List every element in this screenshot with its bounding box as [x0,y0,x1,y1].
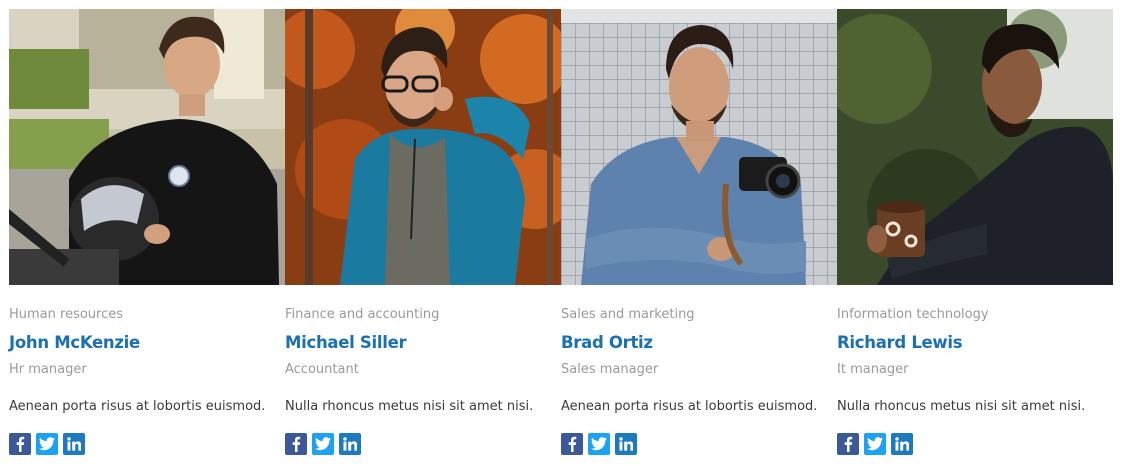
twitter-icon[interactable] [588,433,610,455]
member-role: Sales manager [561,362,659,377]
member-department: Finance and accounting [285,307,440,322]
man-with-mug-photo [837,9,1113,285]
social-links [837,433,1113,455]
linkedin-icon[interactable] [615,433,637,455]
twitter-icon[interactable] [36,433,58,455]
team-member-card: Finance and accounting Michael Siller Ac… [285,9,561,455]
facebook-icon[interactable] [561,433,583,455]
member-role: Accountant [285,362,359,377]
team-member-card: Human resources John McKenzie Hr manager… [9,9,285,455]
member-name-link[interactable]: John McKenzie [9,333,285,353]
team-member-card: Information technology Richard Lewis It … [837,9,1113,455]
social-links [285,433,561,455]
member-bio: Nulla rhoncus metus nisi sit amet nisi. [285,399,534,414]
man-with-glasses-autumn-photo [285,9,561,285]
linkedin-icon[interactable] [63,433,85,455]
man-with-camera-photo [561,9,837,285]
man-with-motorcycle-helmet-photo [9,9,285,285]
team-member-card: Sales and marketing Brad Ortiz Sales man… [561,9,837,455]
member-bio: Aenean porta risus at lobortis euismod. [9,399,266,414]
twitter-icon[interactable] [312,433,334,455]
facebook-icon[interactable] [285,433,307,455]
team-grid: Human resources John McKenzie Hr manager… [9,9,1113,455]
member-role: It manager [837,362,909,377]
twitter-icon[interactable] [864,433,886,455]
member-bio: Aenean porta risus at lobortis euismod. [561,399,818,414]
facebook-icon[interactable] [837,433,859,455]
social-links [9,433,285,455]
member-name-link[interactable]: Brad Ortiz [561,333,837,353]
member-name-link[interactable]: Michael Siller [285,333,561,353]
linkedin-icon[interactable] [339,433,361,455]
member-department: Human resources [9,307,124,322]
member-role: Hr manager [9,362,87,377]
member-bio: Nulla rhoncus metus nisi sit amet nisi. [837,399,1086,414]
member-department: Sales and marketing [561,307,695,322]
linkedin-icon[interactable] [891,433,913,455]
facebook-icon[interactable] [9,433,31,455]
member-department: Information technology [837,307,989,322]
member-name-link[interactable]: Richard Lewis [837,333,1113,353]
social-links [561,433,837,455]
